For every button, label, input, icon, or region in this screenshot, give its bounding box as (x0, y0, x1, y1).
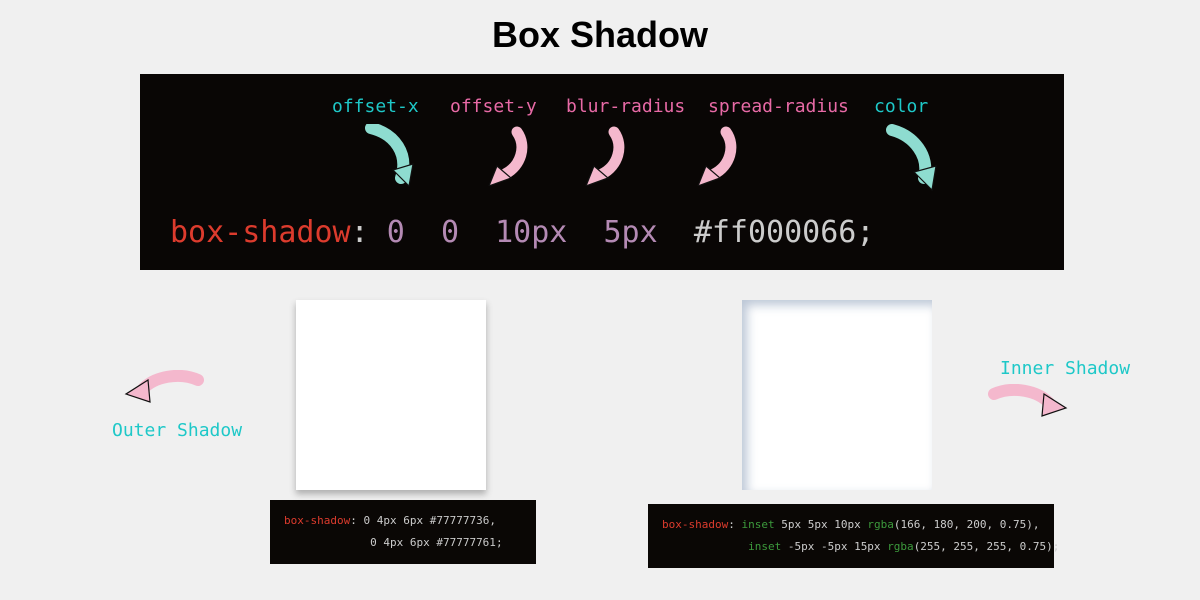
label-color: color (874, 96, 928, 117)
code-colon: : (351, 215, 369, 250)
arrow-icon (487, 126, 529, 186)
arrow-icon (124, 370, 204, 414)
inner-shadow-box (742, 300, 932, 490)
code-property: box-shadow (170, 215, 351, 250)
code-rgba-kw2: rgba (887, 540, 914, 553)
code-rgba1: (166, 180, 200, 0.75) (894, 518, 1033, 531)
code-rgba-kw: rgba (867, 518, 894, 531)
label-spread-radius: spread-radius (708, 96, 849, 117)
code-line2-vals: 0 4px 6px (370, 536, 436, 549)
code-v2: -5px -5px 15px (781, 540, 887, 553)
code-colon: : (728, 518, 735, 531)
outer-shadow-label: Outer Shadow (112, 420, 242, 441)
code-comma: , (489, 514, 496, 527)
code-property: box-shadow (284, 514, 350, 527)
label-offset-y: offset-y (450, 96, 537, 117)
page-title: Box Shadow (0, 0, 1200, 56)
code-offset-y: 0 (441, 215, 459, 250)
arrow-icon (584, 126, 626, 186)
code-property: box-shadow (662, 518, 728, 531)
code-terminator: ; (1053, 540, 1060, 553)
arrow-icon (988, 384, 1068, 428)
inner-snippet: box-shadow: inset 5px 5px 10px rgba(166,… (648, 504, 1054, 568)
code-inset1: inset (741, 518, 774, 531)
label-offset-x: offset-x (332, 96, 419, 117)
arrow-icon (696, 126, 738, 186)
code-blur: 10px (495, 215, 567, 250)
outer-shadow-box (296, 300, 486, 490)
code-line1-hex: #77777736 (430, 514, 490, 527)
arrow-icon (365, 124, 419, 190)
hero-code-line: box-shadow: 0 0 10px 5px #ff000066; (170, 215, 874, 250)
code-line2-hex: #77777761 (436, 536, 496, 549)
label-blur-radius: blur-radius (566, 96, 685, 117)
code-v1: 5px 5px 10px (775, 518, 868, 531)
outer-snippet: box-shadow: 0 4px 6px #77777736, 0 4px 6… (270, 500, 536, 564)
code-offset-x: 0 (387, 215, 405, 250)
code-spread: 5px (604, 215, 658, 250)
code-inset2: inset (748, 540, 781, 553)
code-terminator: ; (496, 536, 503, 549)
code-rgba2: (255, 255, 255, 0.75) (914, 540, 1053, 553)
inner-shadow-label: Inner Shadow (1000, 358, 1130, 379)
code-indent (284, 536, 370, 549)
arrow-icon (884, 124, 944, 194)
code-hex: #ff000066 (694, 215, 857, 250)
code-line1-vals: 0 4px 6px (357, 514, 430, 527)
code-terminator: ; (856, 215, 874, 250)
code-comma: , (1033, 518, 1040, 531)
code-indent (662, 540, 748, 553)
code-colon: : (350, 514, 357, 527)
hero-code-block: offset-x offset-y blur-radius spread-rad… (140, 74, 1064, 270)
